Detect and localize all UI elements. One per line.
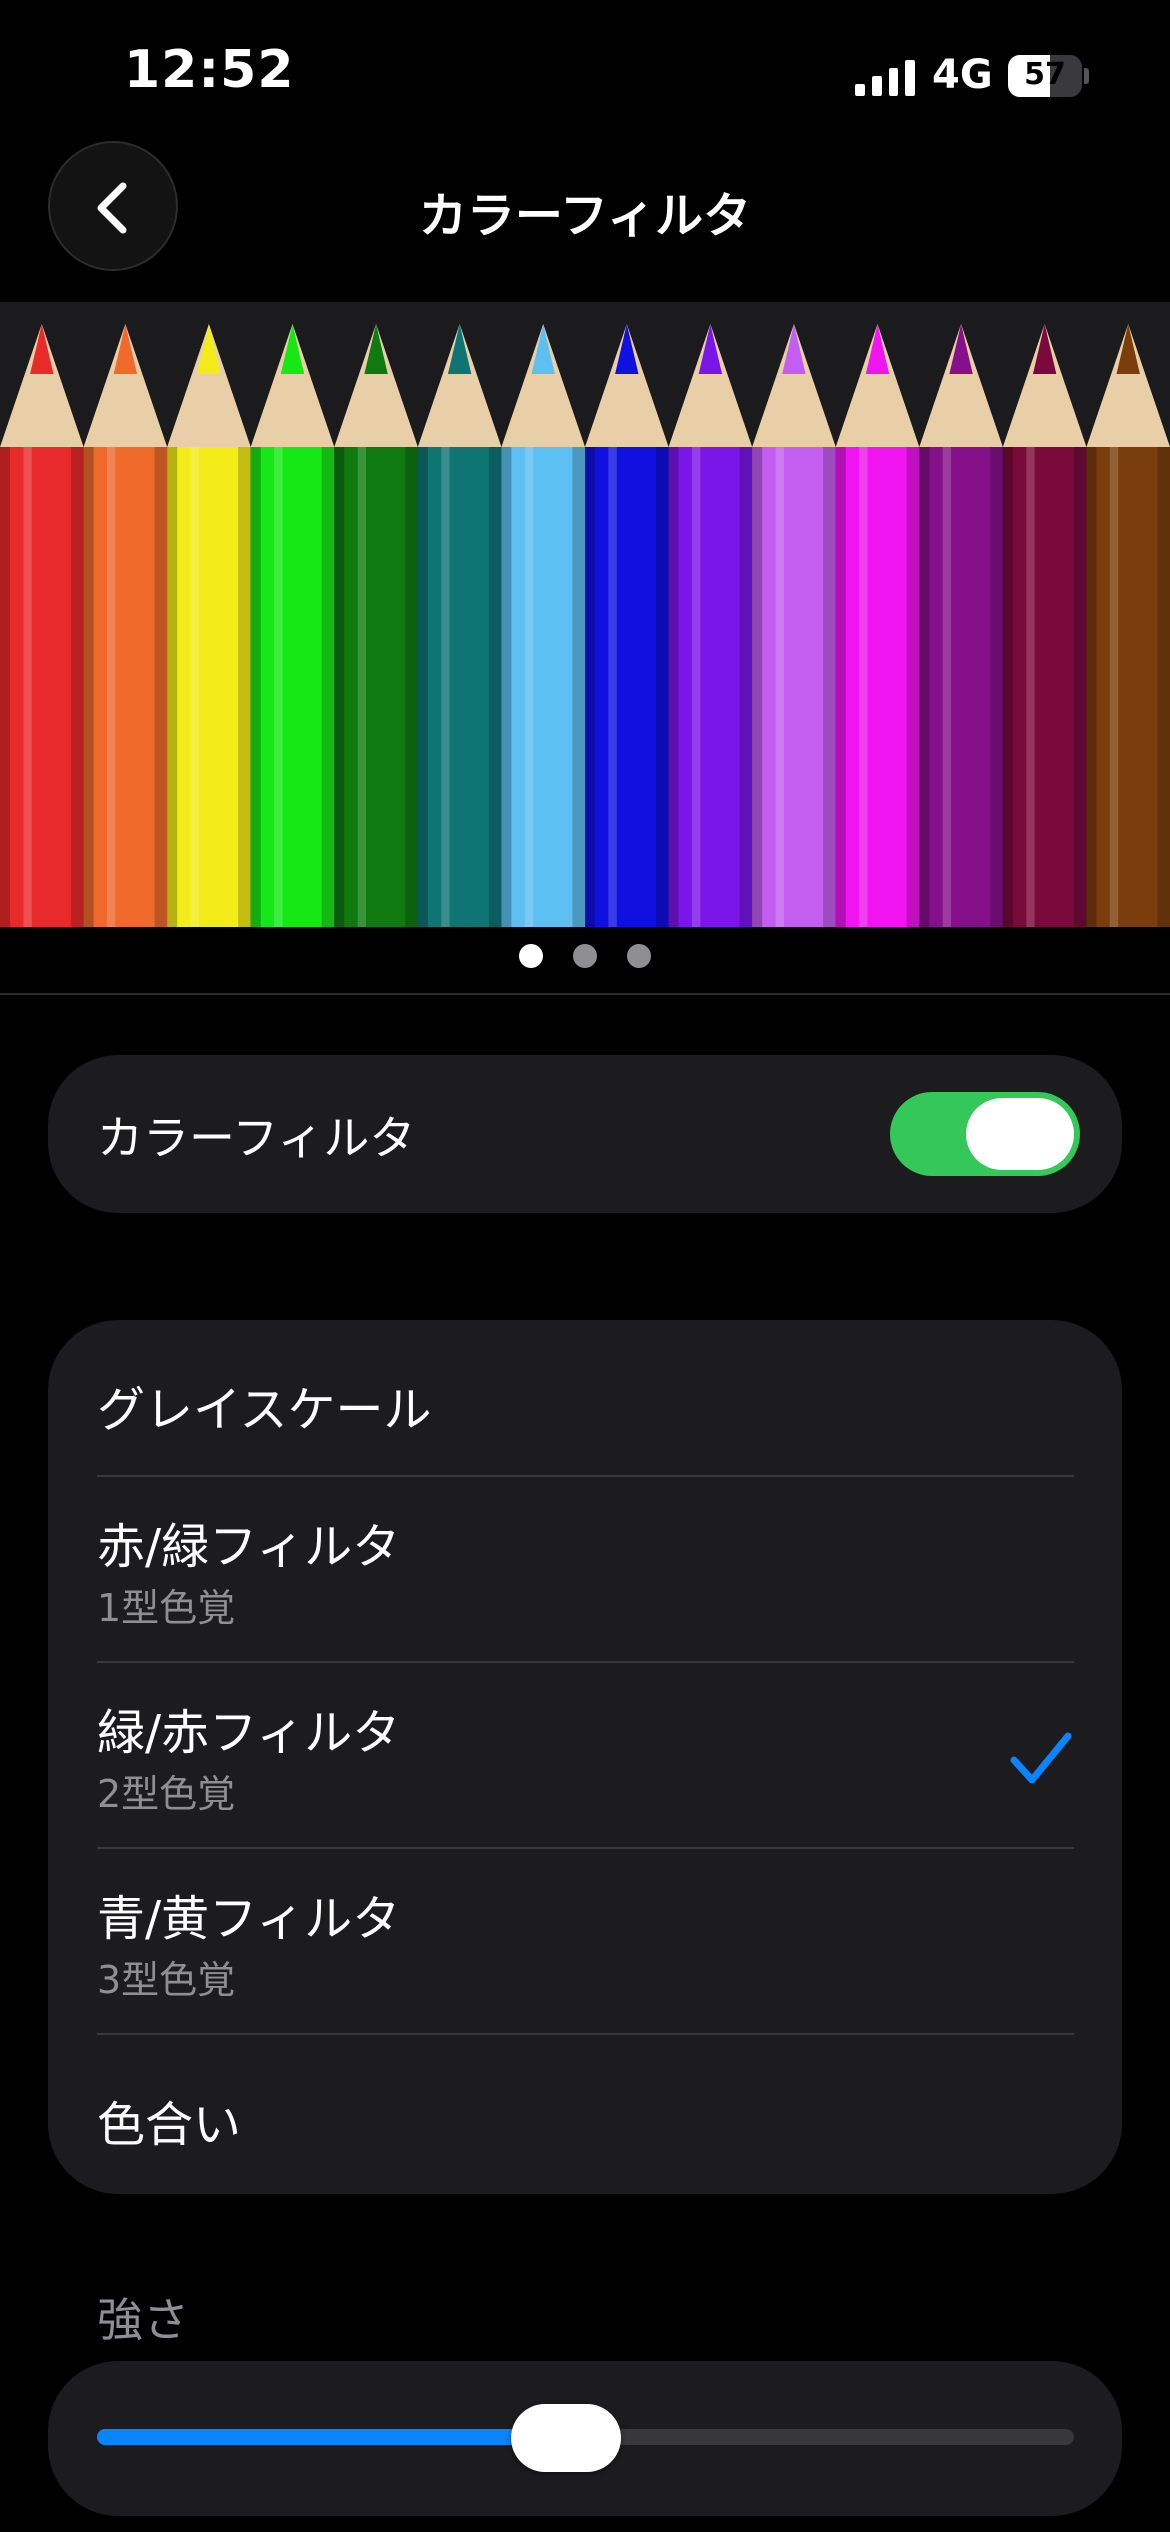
pencil xyxy=(752,324,836,927)
pencil xyxy=(83,324,168,927)
pencil xyxy=(919,324,1003,927)
pencil xyxy=(167,324,251,927)
switch-knob xyxy=(966,1098,1074,1170)
intensity-section-label: 強さ xyxy=(97,2293,189,2347)
filter-option-title: 色合い xyxy=(97,2097,242,2153)
filter-option-subtitle: 1型色覚 xyxy=(97,1586,236,1630)
checkmark-icon xyxy=(1010,1732,1072,1784)
divider xyxy=(0,993,1170,995)
cellular-signal-icon xyxy=(855,58,915,96)
pencil xyxy=(668,324,753,927)
filter-option-title: グレイスケール xyxy=(97,1382,432,1438)
pencil xyxy=(1086,324,1170,927)
filter-option-tritanopia[interactable]: 青/黄フィルタ 3型色覚 xyxy=(48,1849,1122,2034)
battery-tip xyxy=(1084,68,1089,84)
color-pencils-illustration xyxy=(0,324,1170,927)
battery-icon: 57 xyxy=(1008,55,1082,97)
color-pencils-banner[interactable] xyxy=(0,302,1170,927)
filter-option-subtitle: 3型色覚 xyxy=(97,1958,236,2002)
pencil xyxy=(585,324,669,927)
pencil xyxy=(250,324,335,927)
pencil xyxy=(417,324,502,927)
page-dot[interactable] xyxy=(519,944,543,968)
pencil xyxy=(0,324,84,927)
filter-option-title: 緑/赤フィルタ xyxy=(97,1705,401,1761)
network-type: 4G xyxy=(932,52,993,98)
color-filter-switch[interactable] xyxy=(890,1092,1080,1176)
pencil xyxy=(1002,324,1087,927)
intensity-slider-fill xyxy=(97,2429,566,2445)
intensity-slider-thumb[interactable] xyxy=(510,2404,621,2472)
filter-option-subtitle: 2型色覚 xyxy=(97,1772,236,1816)
page-dot[interactable] xyxy=(627,944,651,968)
filter-option-protanopia[interactable]: 赤/緑フィルタ 1型色覚 xyxy=(48,1477,1122,1662)
page-dot[interactable] xyxy=(573,944,597,968)
pencil xyxy=(501,324,585,927)
filter-option-deuteranopia[interactable]: 緑/赤フィルタ 2型色覚 xyxy=(48,1663,1122,1848)
filter-option-color-tint[interactable]: 色合い xyxy=(48,2035,1122,2194)
filter-option-grayscale[interactable]: グレイスケール xyxy=(48,1320,1122,1476)
battery-level: 57 xyxy=(1024,57,1066,92)
page-indicator[interactable] xyxy=(0,944,1170,968)
filter-option-title: 青/黄フィルタ xyxy=(97,1891,401,1947)
pencil xyxy=(835,324,920,927)
color-filter-toggle-label: カラーフィルタ xyxy=(97,1111,416,1165)
filter-option-title: 赤/緑フィルタ xyxy=(97,1519,401,1575)
page-title: カラーフィルタ xyxy=(418,188,752,244)
status-time: 12:52 xyxy=(124,40,295,100)
pencil xyxy=(334,324,418,927)
